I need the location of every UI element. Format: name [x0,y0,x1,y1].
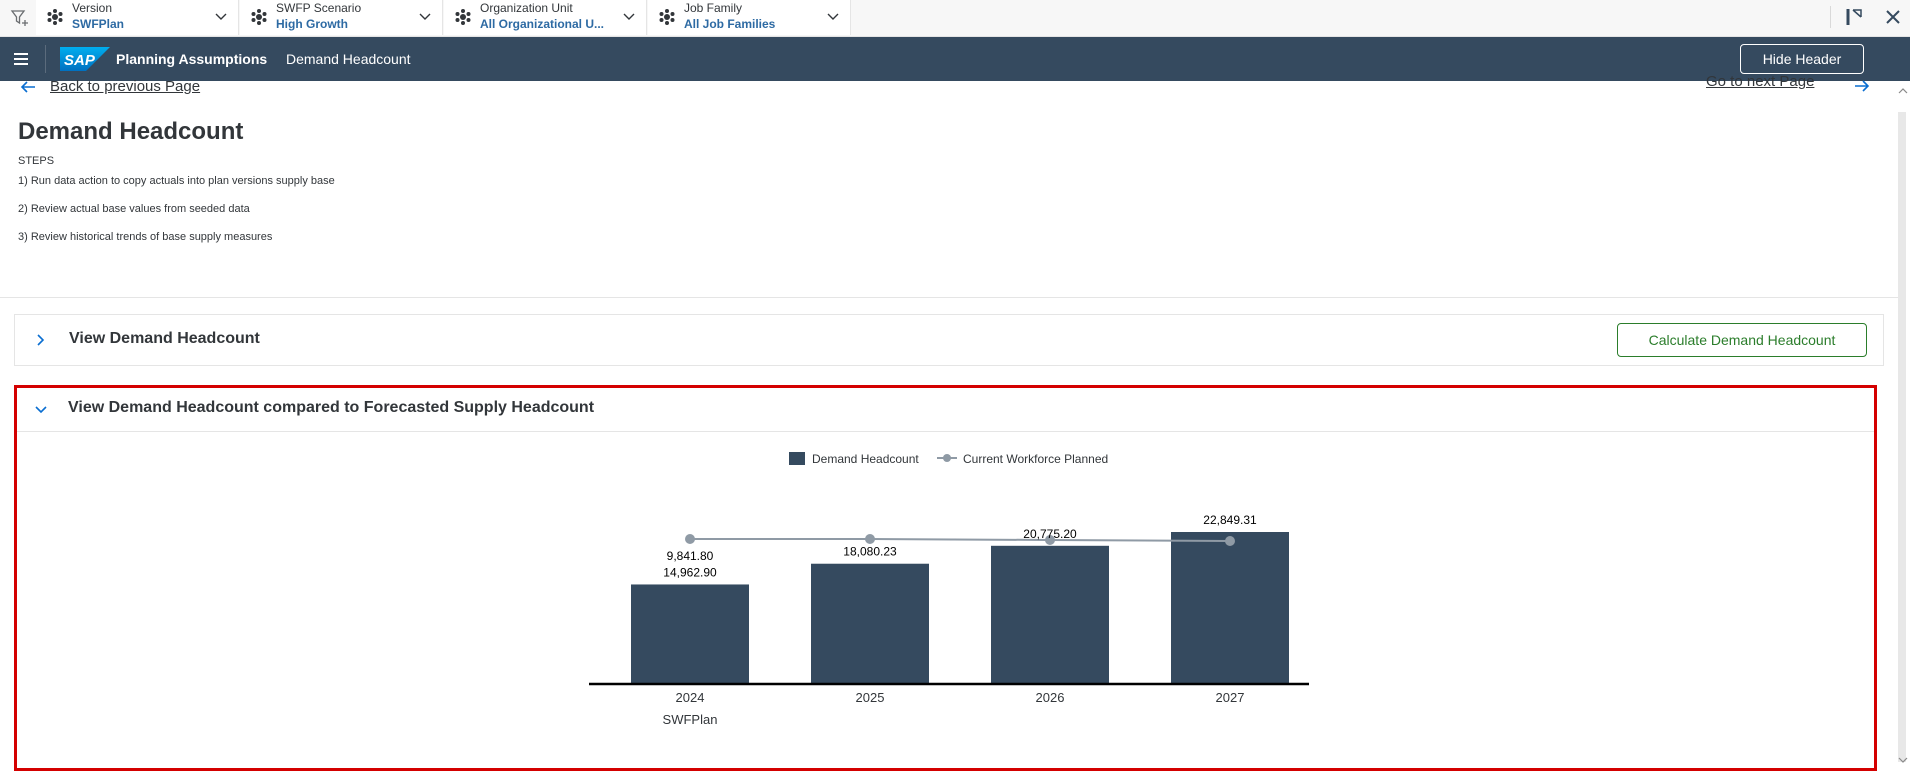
page-title: Demand Headcount [18,118,244,145]
steps-label: STEPS [18,155,55,167]
shell-divider [45,45,46,73]
section-divider [0,297,1900,298]
filter-job-family[interactable]: Job Family All Job Families [648,0,851,35]
filter-value: SWFPlan [72,17,125,31]
close-icon[interactable] [1884,8,1902,26]
variant-icon[interactable] [1844,6,1866,28]
dimension-icon [659,9,675,25]
legend-swatch-marker [943,454,951,462]
next-link-text[interactable]: Go to next Page [1706,73,1814,90]
page-name: Demand Headcount [286,51,411,67]
chart-legend: Demand Headcount Current Workforce Plann… [789,452,1108,466]
scroll-up-icon[interactable] [1898,86,1908,96]
bar-value-label: 18,080.23 [843,545,897,559]
arrow-left-icon [20,81,35,93]
dimension-icon [455,9,471,25]
dimension-icon [47,9,63,25]
chevron-down-icon[interactable] [34,403,48,417]
legend-swatch-bar [789,452,805,465]
sap-logo[interactable]: SAP [60,47,110,71]
chevron-down-icon[interactable] [418,10,432,24]
panel-view-demand: View Demand Headcount Calculate Demand H… [14,314,1884,366]
filter-version[interactable]: Version SWFPlan [36,0,239,35]
x-tick-label: 2027 [1216,690,1245,705]
step-item: 2) Review actual base values from seeded… [18,203,250,215]
filter-label: Version [72,1,113,15]
shell-bar: SAP Planning Assumptions Demand Headcoun… [0,37,1910,81]
svg-text:SAP: SAP [64,52,96,69]
app-title: Planning Assumptions [116,51,268,67]
x-tick-label: 2025 [856,690,885,705]
x-tick-label: 2024 [676,690,705,705]
panel-title[interactable]: View Demand Headcount [69,330,260,348]
filter-bar: Version SWFPlan SWFP Scenario High Growt… [0,0,1910,37]
bar-2027[interactable] [1171,532,1289,684]
bar-value-label: 22,849.31 [1203,513,1257,527]
bar-value-label: 14,962.90 [663,565,717,579]
arrow-right-icon [1855,80,1870,92]
filter-label: Job Family [684,1,743,15]
scrollbar[interactable] [1898,112,1906,762]
legend-label: Current Workforce Planned [963,452,1108,466]
line-point-2025[interactable] [865,534,875,544]
bar-2024[interactable] [631,584,749,684]
dimension-icon [251,9,267,25]
panel-header: View Demand Headcount compared to Foreca… [17,388,1874,432]
panel-compare: View Demand Headcount compared to Foreca… [14,385,1877,771]
chevron-down-icon[interactable] [214,10,228,24]
panel-title[interactable]: View Demand Headcount compared to Foreca… [68,399,594,417]
chevron-right-icon[interactable] [33,333,47,347]
line-series-current-workforce [690,538,1231,542]
demand-vs-supply-chart: Demand Headcount Current Workforce Plann… [589,452,1309,727]
line-value-label: 9,841.80 [667,549,714,563]
chevron-down-icon[interactable] [622,10,636,24]
filter-scenario[interactable]: SWFP Scenario High Growth [240,0,443,35]
x-tick-label: 2026 [1036,690,1065,705]
filter-label: SWFP Scenario [276,1,362,15]
add-filter-icon[interactable] [10,8,30,28]
bar-2026[interactable] [991,545,1109,684]
calculate-demand-button[interactable]: Calculate Demand Headcount [1617,323,1867,357]
scroll-down-icon[interactable] [1898,755,1908,765]
back-link-text[interactable]: Back to previous Page [50,78,200,95]
chevron-down-icon[interactable] [826,10,840,24]
toolbar-divider [1830,6,1831,28]
step-item: 1) Run data action to copy actuals into … [18,175,335,187]
bar-value-label: 20,775.20 [1023,527,1077,541]
menu-icon[interactable] [12,50,30,68]
filter-label: Organization Unit [480,1,573,15]
bar-2025[interactable] [811,563,929,684]
step-item: 3) Review historical trends of base supp… [18,231,273,243]
hide-header-button[interactable]: Hide Header [1740,44,1864,74]
filter-org-unit[interactable]: Organization Unit All Organizational U..… [444,0,647,35]
filter-value: High Growth [276,17,348,31]
legend-label: Demand Headcount [812,452,919,466]
line-point-2027[interactable] [1225,536,1235,546]
line-point-2024[interactable] [685,534,695,544]
filter-value: All Organizational U... [480,17,605,31]
group-label: SWFPlan [663,712,718,727]
filter-value: All Job Families [684,17,776,31]
